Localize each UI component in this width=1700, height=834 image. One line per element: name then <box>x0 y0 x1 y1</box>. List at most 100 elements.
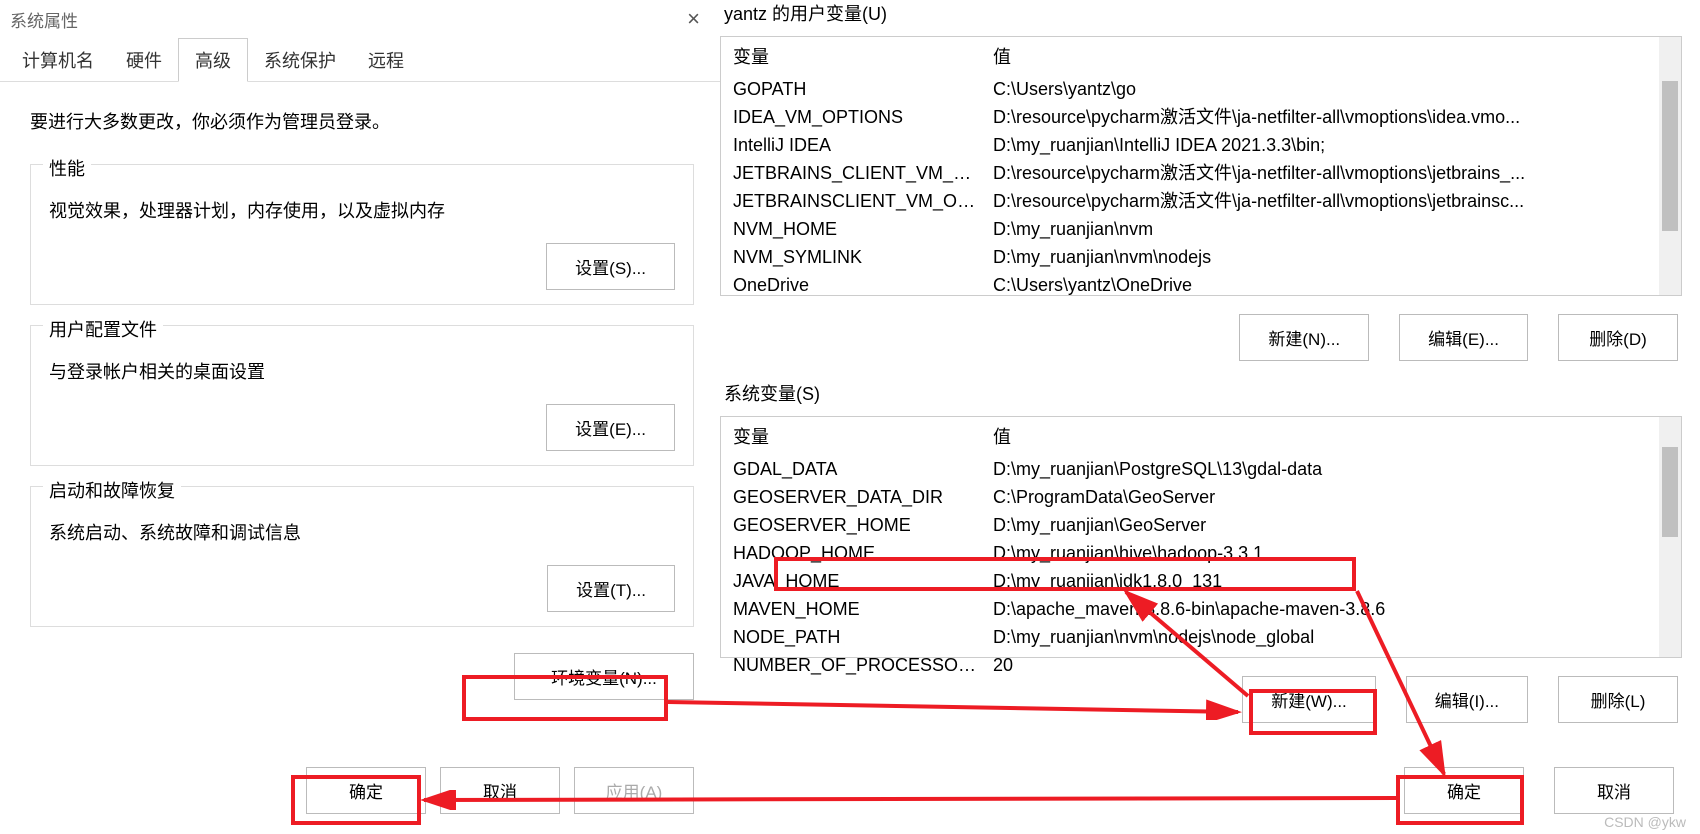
table-row[interactable]: GOPATHC:\Users\yantz\go <box>721 75 1681 103</box>
section-title: 启动和故障恢复 <box>43 477 181 503</box>
sys-vars-list[interactable]: 变量 值 GDAL_DATAD:\my_ruanjian\PostgreSQL\… <box>720 416 1682 658</box>
var-name: MAVEN_HOME <box>733 596 993 622</box>
table-row[interactable]: JAVA_HOMED:\my_ruanjian\jdk1.8.0_131 <box>721 567 1681 595</box>
dialog-title: 系统属性 <box>10 7 78 32</box>
var-name: NODE_PATH <box>733 624 993 650</box>
performance-settings-button[interactable]: 设置(S)... <box>546 243 675 290</box>
dialog-buttons: 确定 取消 应用(A) <box>306 767 694 814</box>
var-value: D:\my_ruanjian\PostgreSQL\13\gdal-data <box>993 456 1669 482</box>
sys-new-button[interactable]: 新建(W)... <box>1242 676 1376 723</box>
var-value: 20 <box>993 652 1669 678</box>
list-header: 变量 值 <box>721 37 1681 75</box>
var-name: IDEA_VM_OPTIONS <box>733 104 993 130</box>
table-row[interactable]: GEOSERVER_HOMED:\my_ruanjian\GeoServer <box>721 511 1681 539</box>
var-name: JAVA_HOME <box>733 568 993 594</box>
table-row[interactable]: IDEA_VM_OPTIONSD:\resource\pycharm激活文件\j… <box>721 103 1681 131</box>
ok-button[interactable]: 确定 <box>1404 767 1524 814</box>
system-variables-group: 系统变量(S) 变量 值 GDAL_DATAD:\my_ruanjian\Pos… <box>720 380 1682 723</box>
startup-recovery-settings-button[interactable]: 设置(T)... <box>547 565 675 612</box>
user-profile-section: 用户配置文件 与登录帐户相关的桌面设置 设置(E)... <box>30 325 694 466</box>
header-variable[interactable]: 变量 <box>733 43 993 69</box>
list-header: 变量 值 <box>721 417 1681 455</box>
var-name: OneDrive <box>733 272 993 298</box>
var-value: D:\resource\pycharm激活文件\ja-netfilter-all… <box>993 188 1669 214</box>
header-value[interactable]: 值 <box>993 43 1669 69</box>
var-name: GDAL_DATA <box>733 456 993 482</box>
var-value: D:\my_ruanjian\IntelliJ IDEA 2021.3.3\bi… <box>993 132 1669 158</box>
tab-remote[interactable]: 远程 <box>352 39 420 81</box>
user-vars-list[interactable]: 变量 值 GOPATHC:\Users\yantz\goIDEA_VM_OPTI… <box>720 36 1682 296</box>
table-row[interactable]: NVM_SYMLINKD:\my_ruanjian\nvm\nodejs <box>721 243 1681 271</box>
var-value: D:\my_ruanjian\hive\hadoop-3.3.1 <box>993 540 1669 566</box>
var-value: D:\my_ruanjian\GeoServer <box>993 512 1669 538</box>
performance-section: 性能 视觉效果，处理器计划，内存使用，以及虚拟内存 设置(S)... <box>30 164 694 305</box>
var-name: NUMBER_OF_PROCESSORS <box>733 652 993 678</box>
section-title: 用户配置文件 <box>43 316 163 342</box>
table-row[interactable]: IntelliJ IDEAD:\my_ruanjian\IntelliJ IDE… <box>721 131 1681 159</box>
sys-delete-button[interactable]: 删除(L) <box>1558 676 1678 723</box>
user-variables-group: yantz 的用户变量(U) 变量 值 GOPATHC:\Users\yantz… <box>720 0 1682 361</box>
section-desc: 与登录帐户相关的桌面设置 <box>49 358 675 384</box>
var-name: NVM_SYMLINK <box>733 244 993 270</box>
user-edit-button[interactable]: 编辑(E)... <box>1399 314 1528 361</box>
var-name: JETBRAINS_CLIENT_VM_OPT... <box>733 160 993 186</box>
var-value: D:\resource\pycharm激活文件\ja-netfilter-all… <box>993 104 1669 130</box>
user-profile-settings-button[interactable]: 设置(E)... <box>546 404 675 451</box>
dialog-buttons: 确定 取消 <box>1404 767 1674 814</box>
sys-edit-button[interactable]: 编辑(I)... <box>1406 676 1528 723</box>
table-row[interactable]: GEOSERVER_DATA_DIRC:\ProgramData\GeoServ… <box>721 483 1681 511</box>
user-vars-label: yantz 的用户变量(U) <box>720 0 1682 36</box>
section-desc: 视觉效果，处理器计划，内存使用，以及虚拟内存 <box>49 197 675 223</box>
table-row[interactable]: NODE_PATHD:\my_ruanjian\nvm\nodejs\node_… <box>721 623 1681 651</box>
var-name: GEOSERVER_DATA_DIR <box>733 484 993 510</box>
cancel-button[interactable]: 取消 <box>440 767 560 814</box>
admin-instruction: 要进行大多数更改，你必须作为管理员登录。 <box>30 108 694 134</box>
table-row[interactable]: NVM_HOMED:\my_ruanjian\nvm <box>721 215 1681 243</box>
var-name: HADOOP_HOME <box>733 540 993 566</box>
apply-button: 应用(A) <box>574 767 694 814</box>
var-value: C:\Users\yantz\go <box>993 76 1669 102</box>
sys-vars-label: 系统变量(S) <box>720 380 1682 416</box>
user-new-button[interactable]: 新建(N)... <box>1239 314 1369 361</box>
environment-variables-button[interactable]: 环境变量(N)... <box>514 653 694 700</box>
header-variable[interactable]: 变量 <box>733 423 993 449</box>
var-value: D:\resource\pycharm激活文件\ja-netfilter-all… <box>993 160 1669 186</box>
var-value: D:\my_ruanjian\nvm\nodejs\node_global <box>993 624 1669 650</box>
user-delete-button[interactable]: 删除(D) <box>1558 314 1678 361</box>
startup-recovery-section: 启动和故障恢复 系统启动、系统故障和调试信息 设置(T)... <box>30 486 694 627</box>
table-row[interactable]: GDAL_DATAD:\my_ruanjian\PostgreSQL\13\gd… <box>721 455 1681 483</box>
tab-advanced[interactable]: 高级 <box>178 38 248 82</box>
advanced-content: 要进行大多数更改，你必须作为管理员登录。 性能 视觉效果，处理器计划，内存使用，… <box>0 82 720 657</box>
scrollbar[interactable] <box>1659 417 1681 657</box>
table-row[interactable]: OneDriveC:\Users\yantz\OneDrive <box>721 271 1681 299</box>
var-name: IntelliJ IDEA <box>733 132 993 158</box>
var-value: C:\ProgramData\GeoServer <box>993 484 1669 510</box>
table-row[interactable]: MAVEN_HOMED:\apache_maven-3.8.6-bin\apac… <box>721 595 1681 623</box>
var-name: GOPATH <box>733 76 993 102</box>
var-name: NVM_HOME <box>733 216 993 242</box>
table-row[interactable]: HADOOP_HOMED:\my_ruanjian\hive\hadoop-3.… <box>721 539 1681 567</box>
table-row[interactable]: NUMBER_OF_PROCESSORS20 <box>721 651 1681 679</box>
var-value: D:\my_ruanjian\jdk1.8.0_131 <box>993 568 1669 594</box>
tab-system-protection[interactable]: 系统保护 <box>248 39 352 81</box>
header-value[interactable]: 值 <box>993 423 1669 449</box>
environment-variables-dialog: yantz 的用户变量(U) 变量 值 GOPATHC:\Users\yantz… <box>720 0 1700 834</box>
scrollbar[interactable] <box>1659 37 1681 295</box>
close-icon[interactable]: × <box>677 6 710 32</box>
tab-computer-name[interactable]: 计算机名 <box>6 39 110 81</box>
table-row[interactable]: JETBRAINSCLIENT_VM_OPTI...D:\resource\py… <box>721 187 1681 215</box>
tabs: 计算机名 硬件 高级 系统保护 远程 <box>0 38 720 82</box>
var-name: JETBRAINSCLIENT_VM_OPTI... <box>733 188 993 214</box>
section-desc: 系统启动、系统故障和调试信息 <box>49 519 675 545</box>
table-row[interactable]: JETBRAINS_CLIENT_VM_OPT...D:\resource\py… <box>721 159 1681 187</box>
tab-hardware[interactable]: 硬件 <box>110 39 178 81</box>
var-value: C:\Users\yantz\OneDrive <box>993 272 1669 298</box>
watermark: CSDN @ykw <box>1604 814 1686 830</box>
var-value: D:\apache_maven-3.8.6-bin\apache-maven-3… <box>993 596 1669 622</box>
var-value: D:\my_ruanjian\nvm <box>993 216 1669 242</box>
ok-button[interactable]: 确定 <box>306 767 426 814</box>
cancel-button[interactable]: 取消 <box>1554 767 1674 814</box>
var-value: D:\my_ruanjian\nvm\nodejs <box>993 244 1669 270</box>
var-name: GEOSERVER_HOME <box>733 512 993 538</box>
section-title: 性能 <box>43 155 91 181</box>
